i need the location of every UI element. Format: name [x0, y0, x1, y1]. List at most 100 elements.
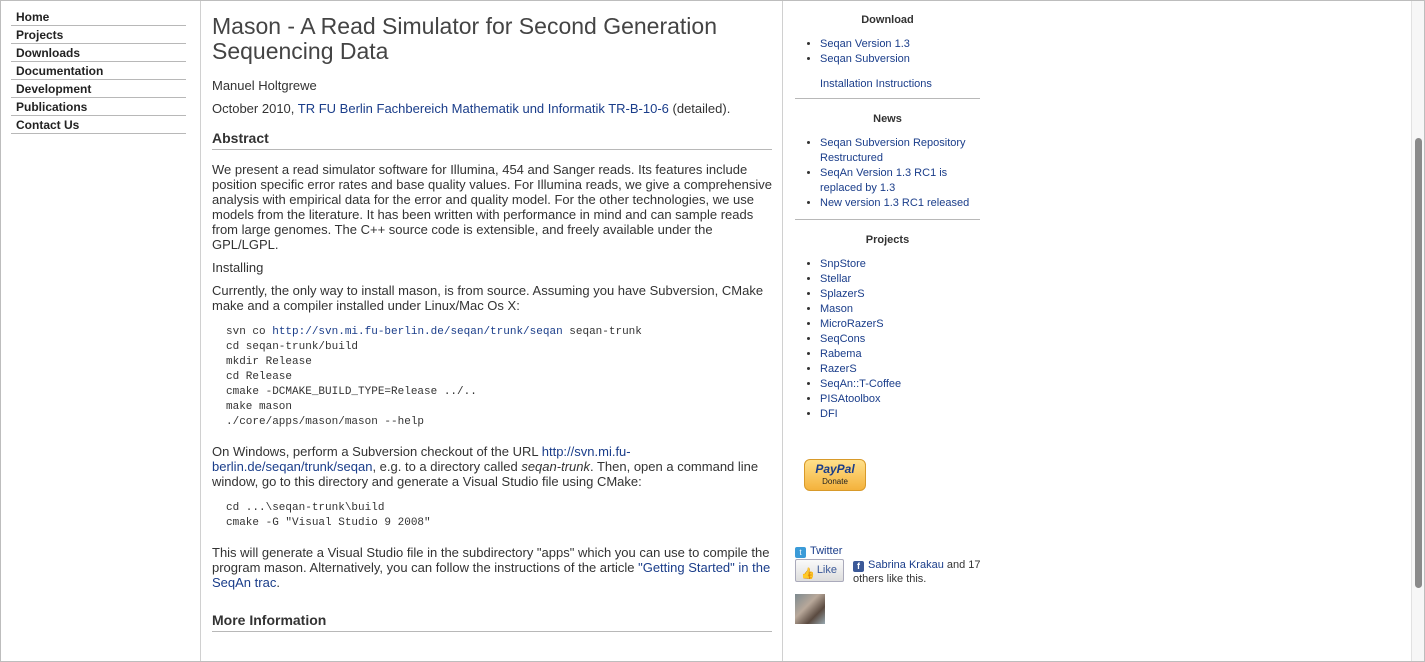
twitter-link[interactable]: Twitter [810, 545, 842, 557]
projects-box: Projects SnpStore Stellar SplazerS Mason… [795, 220, 980, 422]
nav-list: Home Projects Downloads Documentation De… [0, 0, 200, 134]
project-link-rabema[interactable]: Rabema [820, 348, 862, 360]
project-link-dfi[interactable]: DFI [820, 408, 838, 420]
download-link-subversion[interactable]: Seqan Subversion [820, 53, 910, 65]
facebook-icon: f [853, 561, 864, 572]
project-link-stellar[interactable]: Stellar [820, 273, 851, 285]
avatar[interactable] [795, 594, 825, 624]
news-link[interactable]: Seqan Subversion Repository Restructured [820, 137, 966, 164]
page-title: Mason - A Read Simulator for Second Gene… [212, 13, 718, 64]
windows-instructions: On Windows, perform a Subversion checkou… [212, 444, 772, 489]
project-item[interactable]: PISAtoolbox [820, 392, 980, 407]
project-item[interactable]: SeqCons [820, 332, 980, 347]
install-instructions-link[interactable]: Installation Instructions [820, 78, 932, 90]
unix-install-code: svn co http://svn.mi.fu-berlin.de/seqan/… [226, 325, 772, 430]
project-link-splazers[interactable]: SplazerS [820, 288, 865, 300]
code-line: cd ...\seqan-trunk\build [226, 502, 385, 514]
nav-item-documentation[interactable]: Documentation [11, 62, 186, 80]
install-intro: Currently, the only way to install mason… [212, 283, 764, 313]
project-item[interactable]: SeqAn::T-Coffee [820, 377, 980, 392]
news-box: News Seqan Subversion Repository Restruc… [795, 99, 980, 220]
project-item[interactable]: SplazerS [820, 287, 980, 302]
visual-studio-text: This will generate a Visual Studio file … [212, 545, 772, 590]
nav-item-development[interactable]: Development [11, 80, 186, 98]
report-suffix: (detailed). [672, 101, 731, 116]
news-link[interactable]: New version 1.3 RC1 released [820, 197, 969, 209]
like-person-link[interactable]: Sabrina Krakau [868, 559, 944, 571]
project-link-pisatoolbox[interactable]: PISAtoolbox [820, 393, 881, 405]
code-line: ./core/apps/mason/mason --help [226, 416, 425, 428]
code-line: cmake -DCMAKE_BUILD_TYPE=Release ../.. [226, 386, 477, 398]
project-item[interactable]: Rabema [820, 347, 980, 362]
nav-link-projects[interactable]: Projects [16, 28, 63, 42]
nav-link-contact[interactable]: Contact Us [16, 118, 79, 132]
windows-prefix: On Windows, perform a Subversion checkou… [212, 444, 539, 459]
download-link-seqan-1-3[interactable]: Seqan Version 1.3 [820, 38, 910, 50]
project-link-snpstore[interactable]: SnpStore [820, 258, 866, 270]
project-link-microrazers[interactable]: MicroRazerS [820, 318, 884, 330]
abstract-text: We present a read simulator software for… [212, 162, 772, 252]
paypal-donate-button[interactable]: PayPal Donate [804, 459, 866, 491]
code-svn-suffix: seqan-trunk [562, 326, 642, 338]
project-item[interactable]: MicroRazerS [820, 317, 980, 332]
download-box: Download Seqan Version 1.3 Seqan Subvers… [795, 0, 980, 99]
news-list: Seqan Subversion Repository Restructured… [795, 136, 980, 211]
code-svn-prefix: svn co [226, 326, 273, 338]
nav-link-development[interactable]: Development [16, 82, 91, 96]
project-link-mason[interactable]: Mason [820, 303, 853, 315]
code-line: mkdir Release [226, 356, 312, 368]
project-item[interactable]: DFI [820, 407, 980, 422]
news-heading: News [873, 113, 902, 125]
svn-url-link[interactable]: http://svn.mi.fu-berlin.de/seqan/trunk/s… [272, 326, 562, 338]
vs-suffix: . [276, 575, 280, 590]
project-item[interactable]: RazerS [820, 362, 980, 377]
nav-link-publications[interactable]: Publications [16, 100, 87, 114]
project-link-tcoffee[interactable]: SeqAn::T-Coffee [820, 378, 901, 390]
report-citation: October 2010, TR FU Berlin Fachbereich M… [212, 101, 772, 116]
windows-dir: seqan-trunk [521, 459, 590, 474]
vertical-scrollbar[interactable] [1411, 0, 1425, 662]
news-item[interactable]: New version 1.3 RC1 released [820, 196, 980, 211]
download-item[interactable]: Seqan Version 1.3 [820, 37, 980, 52]
projects-list: SnpStore Stellar SplazerS Mason MicroRaz… [795, 257, 980, 422]
download-heading: Download [861, 14, 914, 26]
report-link[interactable]: TR FU Berlin Fachbereich Mathematik und … [298, 101, 669, 116]
code-line: cd seqan-trunk/build [226, 341, 359, 353]
project-item[interactable]: Mason [820, 302, 980, 317]
twitter-row: t Twitter [795, 544, 842, 558]
nav-link-home[interactable]: Home [16, 10, 49, 24]
install-instructions-row: Installation Instructions [820, 77, 980, 92]
nav-item-projects[interactable]: Projects [11, 26, 186, 44]
project-item[interactable]: Stellar [820, 272, 980, 287]
nav-item-home[interactable]: Home [11, 8, 186, 26]
news-link[interactable]: SeqAn Version 1.3 RC1 is replaced by 1.3 [820, 167, 947, 194]
like-summary: f Sabrina Krakau and 17 others like this. [853, 558, 983, 586]
project-item[interactable]: SnpStore [820, 257, 980, 272]
windows-mid: , e.g. to a directory called [372, 459, 518, 474]
download-item[interactable]: Seqan Subversion [820, 52, 980, 67]
nav-link-documentation[interactable]: Documentation [16, 64, 103, 78]
nav-item-contact[interactable]: Contact Us [11, 116, 186, 134]
code-line: cd Release [226, 371, 293, 383]
project-link-seqcons[interactable]: SeqCons [820, 333, 865, 345]
like-button[interactable]: 👍 Like [795, 559, 844, 582]
projects-heading: Projects [865, 234, 910, 246]
date-text: October 2010, [212, 101, 295, 116]
installing-label: Installing [212, 260, 264, 275]
news-item[interactable]: Seqan Subversion Repository Restructured [820, 136, 980, 166]
left-navigation: Home Projects Downloads Documentation De… [0, 0, 200, 662]
main-content: Mason - A Read Simulator for Second Gene… [200, 0, 783, 662]
author: Manuel Holtgrewe [212, 78, 317, 93]
nav-link-downloads[interactable]: Downloads [16, 46, 80, 60]
nav-item-downloads[interactable]: Downloads [11, 44, 186, 62]
donate-label: Donate [822, 477, 848, 486]
twitter-icon: t [795, 547, 806, 558]
project-link-razers[interactable]: RazerS [820, 363, 857, 375]
like-label: Like [816, 564, 837, 576]
paypal-logo: PayPal [815, 462, 855, 476]
page-gutter [1008, 0, 1411, 662]
abstract-heading: Abstract [212, 130, 772, 150]
scrollbar-thumb[interactable] [1415, 138, 1422, 588]
news-item[interactable]: SeqAn Version 1.3 RC1 is replaced by 1.3 [820, 166, 980, 196]
nav-item-publications[interactable]: Publications [11, 98, 186, 116]
